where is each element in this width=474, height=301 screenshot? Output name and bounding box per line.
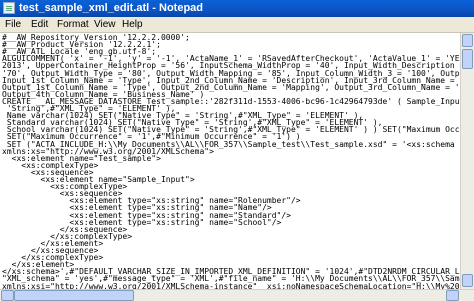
notepad-icon (3, 2, 15, 14)
menu-file[interactable]: File (5, 17, 21, 32)
scroll-down-arrow-icon[interactable] (462, 274, 473, 287)
menu-view[interactable]: View (94, 17, 116, 32)
menu-format[interactable]: Format (57, 17, 89, 32)
menu-help[interactable]: Help (122, 17, 143, 32)
horizontal-scroll-thumb[interactable] (14, 290, 134, 301)
scroll-left-arrow-icon[interactable] (1, 290, 14, 301)
title-bar[interactable]: test_sample_xml_edit.atl - Notepad (0, 0, 474, 17)
text-editor[interactable]: #__AW_Repository_Version '12.2.2.0000'; #… (0, 33, 460, 289)
text-line: xmlns:xsi="http://www.w3.org/2001/XMLSch… (2, 281, 460, 290)
menu-bar: File Edit Format View Help (0, 17, 474, 33)
scroll-right-arrow-icon[interactable] (446, 290, 459, 301)
vertical-scrollbar[interactable] (460, 33, 474, 289)
horizontal-scrollbar[interactable] (0, 289, 474, 301)
window-title: test_sample_xml_edit.atl - Notepad (19, 2, 204, 14)
scroll-up-arrow-icon[interactable] (462, 34, 473, 47)
vertical-scroll-thumb[interactable] (462, 49, 473, 69)
menu-edit[interactable]: Edit (31, 17, 48, 32)
